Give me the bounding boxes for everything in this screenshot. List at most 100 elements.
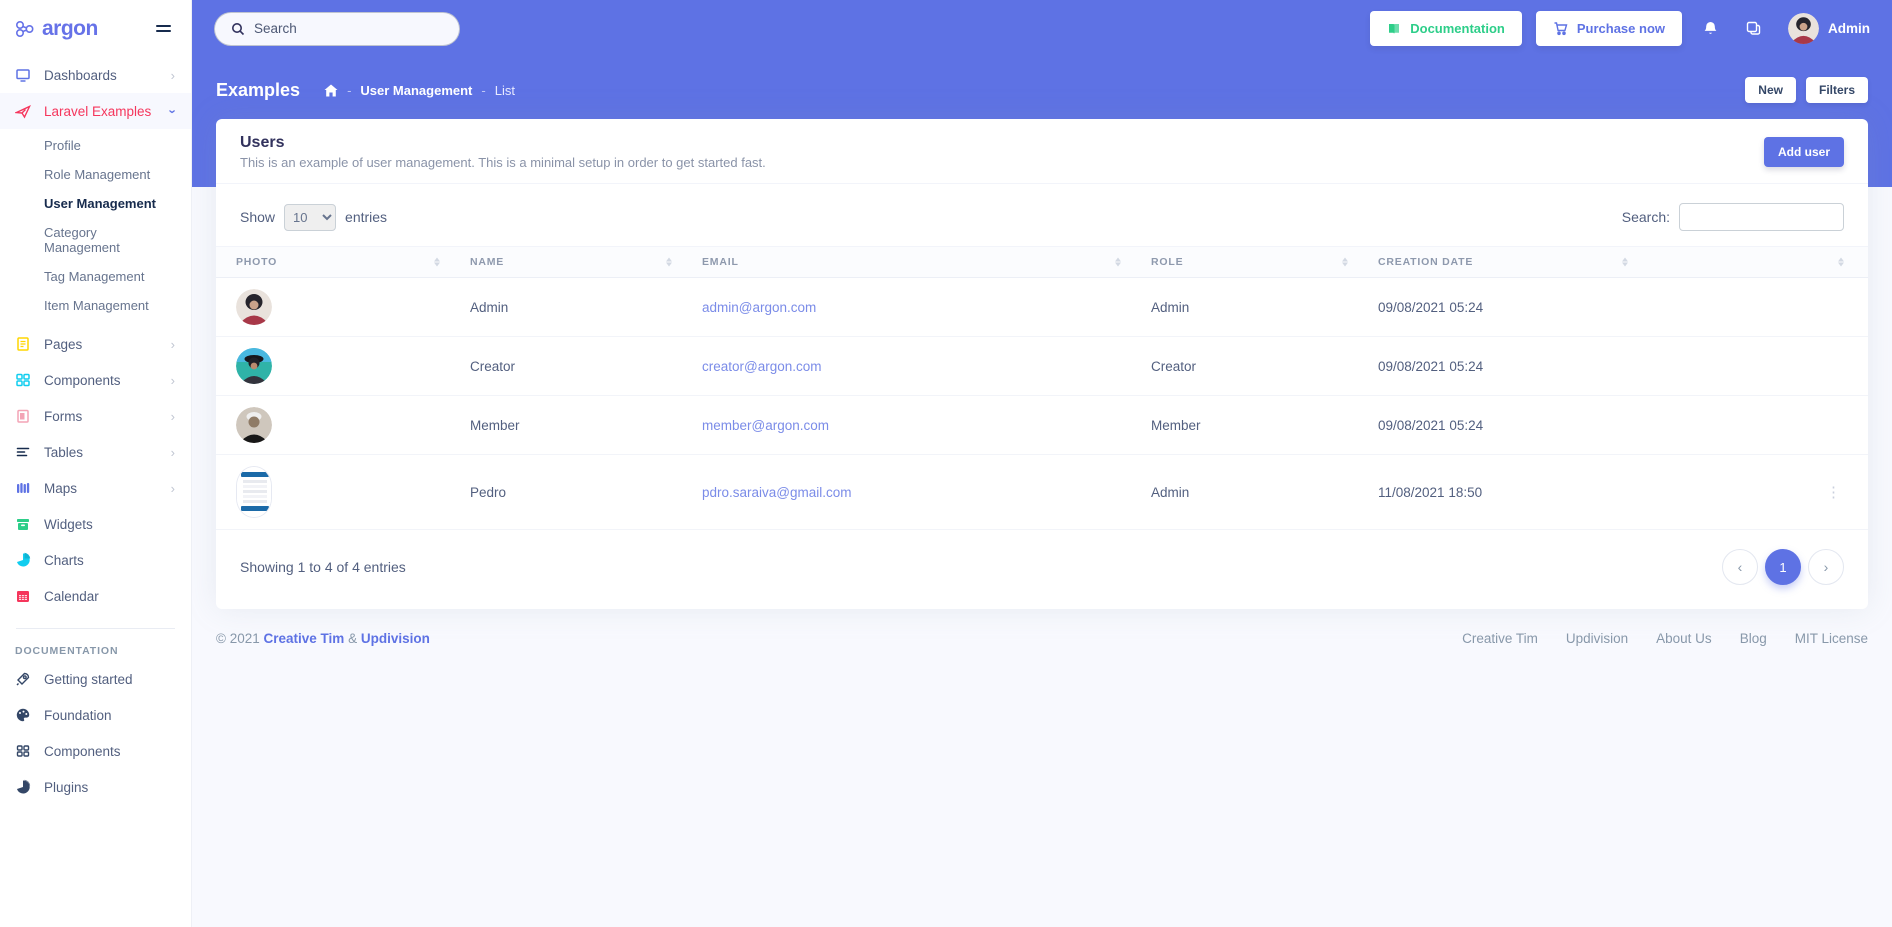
breadcrumb-separator: -	[481, 83, 485, 98]
table-row: Pedro pdro.saraiva@gmail.com Admin 11/08…	[216, 455, 1868, 530]
sidebar-item-dashboards[interactable]: Dashboards ›	[0, 57, 191, 93]
table-controls: Show 10 entries Search:	[216, 184, 1868, 246]
avatar	[1788, 13, 1819, 44]
cart-icon	[1553, 21, 1568, 36]
sidebar-item-label: Calendar	[44, 589, 175, 604]
footer-link-creative-tim[interactable]: Creative Tim	[1462, 631, 1538, 646]
cell-creation-date: 09/08/2021 05:24	[1358, 337, 1638, 396]
sidebar: argon Dashboards › Laravel Example	[0, 0, 192, 927]
sidebar-item-pages[interactable]: Pages ›	[0, 326, 191, 362]
pagination-next-button[interactable]: ›	[1808, 549, 1844, 585]
email-link[interactable]: admin@argon.com	[702, 300, 816, 315]
footer-link-updivision[interactable]: Updivision	[1566, 631, 1628, 646]
sidebar-item-label: Plugins	[44, 780, 175, 795]
entries-label: entries	[345, 209, 387, 225]
sidebar-section-title: DOCUMENTATION	[0, 629, 191, 661]
submenu-item-tag-management[interactable]: Tag Management	[0, 262, 191, 291]
email-link[interactable]: member@argon.com	[702, 418, 829, 433]
breadcrumb-current: List	[495, 83, 515, 98]
add-user-button[interactable]: Add user	[1764, 137, 1844, 167]
footer-link-about-us[interactable]: About Us	[1656, 631, 1712, 646]
brand[interactable]: argon	[14, 17, 98, 41]
cell-role: Admin	[1131, 278, 1358, 337]
avatar	[236, 348, 272, 384]
breadcrumb: Examples - User Management - List New Fi…	[192, 57, 1892, 119]
sidebar-item-charts[interactable]: Charts	[0, 542, 191, 578]
archive-icon	[15, 516, 31, 532]
home-icon[interactable]	[324, 84, 338, 97]
cell-name: Admin	[450, 278, 682, 337]
sidebar-item-widgets[interactable]: Widgets	[0, 506, 191, 542]
footer-nav: Creative Tim Updivision About Us Blog MI…	[1462, 631, 1868, 646]
breadcrumb-link-user-management[interactable]: User Management	[360, 83, 472, 98]
sidebar-item-label: Dashboards	[44, 68, 158, 83]
sidebar-item-maps[interactable]: Maps ›	[0, 470, 191, 506]
filters-button[interactable]: Filters	[1806, 77, 1868, 103]
submenu-item-category-management[interactable]: Category Management	[0, 218, 191, 262]
sidebar-item-forms[interactable]: Forms ›	[0, 398, 191, 434]
app-root: argon Dashboards › Laravel Example	[0, 0, 1892, 927]
submenu-item-item-management[interactable]: Item Management	[0, 291, 191, 320]
column-header-email[interactable]: EMAIL	[682, 247, 1131, 278]
sort-icon[interactable]	[434, 258, 440, 267]
pagination-prev-button[interactable]: ‹	[1722, 549, 1758, 585]
submenu-item-profile[interactable]: Profile	[0, 131, 191, 160]
calendar-icon	[15, 588, 31, 604]
submenu-item-role-management[interactable]: Role Management	[0, 160, 191, 189]
page-size-select[interactable]: 10	[284, 204, 336, 231]
sort-icon[interactable]	[1622, 258, 1628, 267]
pie-icon	[15, 552, 31, 568]
column-header-name[interactable]: NAME	[450, 247, 682, 278]
column-header-creation-date[interactable]: CREATION DATE	[1358, 247, 1638, 278]
footer-link-mit-license[interactable]: MIT License	[1795, 631, 1868, 646]
pagination: ‹ 1 ›	[1722, 549, 1844, 585]
creative-tim-link[interactable]: Creative Tim	[264, 631, 345, 646]
cell-creation-date: 09/08/2021 05:24	[1358, 278, 1638, 337]
sort-icon[interactable]	[1115, 258, 1121, 267]
sidebar-item-plugins[interactable]: Plugins	[0, 769, 191, 805]
column-header-role[interactable]: ROLE	[1131, 247, 1358, 278]
card-header: Users This is an example of user managem…	[216, 119, 1868, 184]
pie-dark-icon	[15, 779, 31, 795]
kebab-menu-icon[interactable]: ⋮	[1638, 455, 1868, 530]
pagination-page-1[interactable]: 1	[1765, 549, 1801, 585]
new-button[interactable]: New	[1745, 77, 1796, 103]
column-header-actions[interactable]	[1638, 247, 1868, 278]
sort-icon[interactable]	[1342, 258, 1348, 267]
sort-icon[interactable]	[1838, 258, 1844, 267]
sidebar-item-getting-started[interactable]: Getting started	[0, 661, 191, 697]
email-link[interactable]: creator@argon.com	[702, 359, 822, 374]
sidebar-item-laravel-examples[interactable]: Laravel Examples ›	[0, 93, 191, 129]
sidebar-item-label: Charts	[44, 553, 175, 568]
table-search-input[interactable]	[1679, 203, 1844, 231]
purchase-now-button[interactable]: Purchase now	[1536, 11, 1682, 46]
documentation-button[interactable]: Documentation	[1370, 11, 1522, 46]
sidebar-toggle-icon[interactable]	[152, 21, 175, 36]
footer-link-blog[interactable]: Blog	[1740, 631, 1767, 646]
sidebar-item-calendar[interactable]: Calendar	[0, 578, 191, 614]
search-input[interactable]	[254, 21, 443, 36]
brand-name: argon	[42, 17, 98, 41]
avatar	[236, 289, 272, 325]
chevron-right-icon: ›	[171, 482, 175, 495]
column-header-photo[interactable]: PHOTO	[216, 247, 450, 278]
sidebar-item-tables[interactable]: Tables ›	[0, 434, 191, 470]
sort-icon[interactable]	[666, 258, 672, 267]
breadcrumb-separator: -	[347, 83, 351, 98]
chevron-right-icon: ›	[171, 338, 175, 351]
avatar	[236, 407, 272, 443]
submenu-item-user-management[interactable]: User Management	[0, 189, 191, 218]
sidebar-item-foundation[interactable]: Foundation	[0, 697, 191, 733]
sidebar-item-label: Maps	[44, 481, 158, 496]
laravel-examples-submenu: Profile Role Management User Management …	[0, 129, 191, 326]
navbar-search[interactable]	[214, 12, 460, 46]
cell-role: Member	[1131, 396, 1358, 455]
sidebar-item-components[interactable]: Components ›	[0, 362, 191, 398]
bell-icon[interactable]	[1696, 20, 1725, 37]
updivision-link[interactable]: Updivision	[361, 631, 430, 646]
email-link[interactable]: pdro.saraiva@gmail.com	[702, 485, 852, 500]
user-menu[interactable]: Admin	[1788, 13, 1870, 44]
users-table: PHOTO NAME EMAIL ROLE CREATION DATE	[216, 246, 1868, 530]
sidebar-item-doc-components[interactable]: Components	[0, 733, 191, 769]
copy-icon[interactable]	[1739, 20, 1768, 37]
